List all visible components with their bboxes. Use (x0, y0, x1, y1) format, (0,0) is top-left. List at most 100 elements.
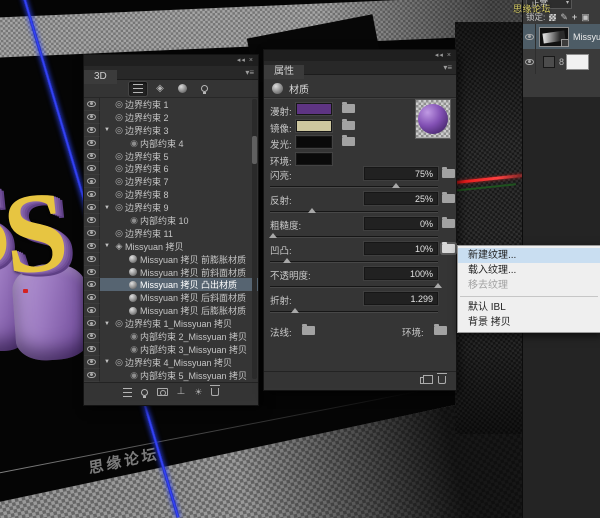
visibility-toggle[interactable] (84, 291, 100, 305)
tree-row[interactable]: ◉ 内部约束 2_Missyuan 拷贝 (84, 330, 258, 343)
tree-row[interactable]: ◎ 边界约束 2 (84, 110, 258, 124)
slider-thumb[interactable] (291, 308, 300, 313)
slider-track[interactable] (270, 183, 438, 188)
filter-lights-button[interactable] (195, 82, 213, 96)
caret-icon[interactable]: ▼ (104, 321, 113, 327)
tree-row-body[interactable]: ▼ ◎ 边界约束 3 (100, 124, 258, 137)
caret-icon[interactable]: ▼ (104, 127, 113, 133)
tree-row[interactable]: ◉ 内部约束 10 (84, 214, 258, 227)
tree-row[interactable]: Missyuan 拷贝 凸出材质 (84, 278, 258, 292)
caret-icon[interactable]: ▼ (104, 359, 113, 365)
visibility-toggle[interactable] (84, 188, 100, 202)
tree-row[interactable]: ◎ 边界约束 11 (84, 226, 258, 240)
visibility-toggle[interactable] (84, 252, 100, 266)
caret-icon[interactable]: ▼ (104, 243, 113, 249)
visibility-toggle[interactable] (84, 162, 100, 176)
tree-row[interactable]: ◉ 内部约束 4 (84, 136, 258, 150)
delete-icon[interactable] (210, 385, 221, 396)
scrollbar-thumb[interactable] (252, 136, 257, 164)
layer-mask-thumbnail[interactable] (566, 53, 590, 70)
slider-track[interactable] (270, 283, 442, 288)
caret-icon[interactable]: ▼ (104, 205, 113, 211)
visibility-toggle[interactable] (84, 110, 100, 124)
tree-row-body[interactable]: ◎ 边界约束 5 (100, 150, 258, 163)
slider-value-field[interactable]: 25% (364, 192, 438, 205)
collapse-panel-icon[interactable]: ◂◂ (237, 57, 246, 64)
visibility-toggle[interactable] (84, 330, 100, 343)
texture-folder-icon[interactable] (342, 102, 355, 113)
camera-icon[interactable] (156, 388, 168, 396)
texture-folder-icon[interactable] (442, 192, 455, 203)
visibility-toggle[interactable] (84, 98, 100, 111)
tree-row-body[interactable]: Missyuan 拷贝 前斜面材质 (100, 266, 258, 279)
slider-track[interactable] (270, 308, 438, 313)
delete-icon[interactable] (437, 373, 447, 384)
texture-folder-icon[interactable] (442, 242, 455, 253)
layer-row-selected[interactable]: Missyuan (523, 24, 600, 49)
filter-meshes-button[interactable]: ◈ (151, 82, 169, 96)
tree-row[interactable]: ◉ 内部约束 3_Missyuan 拷贝 (84, 342, 258, 356)
tree-row[interactable]: Missyuan 拷贝 后斜面材质 (84, 291, 258, 305)
tree-row[interactable]: ▼ ◎ 边界约束 4_Missyuan 拷贝 (84, 355, 258, 369)
tree-row-body[interactable]: ▼ ◎ 边界约束 1_Missyuan 拷贝 (100, 317, 258, 330)
tree-row[interactable]: ▼ ◎ 边界约束 9 (84, 201, 258, 215)
tree-row-body[interactable]: ▼ ◈ Missyuan 拷贝 (100, 240, 258, 253)
tree-row-body[interactable]: ◎ 边界约束 8 (100, 188, 258, 201)
slider-track[interactable] (269, 233, 438, 238)
color-swatch[interactable] (296, 119, 332, 132)
tree-row-body[interactable]: Missyuan 拷贝 凸出材质 (100, 278, 258, 292)
slider-value-field[interactable]: 1.299 (364, 292, 438, 305)
scene-icon[interactable] (122, 387, 132, 397)
close-panel-icon[interactable]: × (447, 52, 452, 59)
new-light-icon[interactable] (140, 388, 148, 398)
normal-texture-folder-icon[interactable] (302, 324, 315, 335)
slider-value-field[interactable]: 100% (364, 267, 438, 280)
tree-row-body[interactable]: Missyuan 拷贝 前膨胀材质 (100, 253, 258, 266)
menu-item[interactable]: 背景 拷贝 (458, 315, 600, 330)
lock-all-icon[interactable]: ▣ (581, 12, 590, 22)
texture-folder-icon[interactable] (442, 217, 455, 228)
filter-whole-scene-button[interactable] (129, 81, 147, 96)
filter-materials-button[interactable] (173, 82, 191, 96)
menu-item[interactable]: 载入纹理... (458, 263, 600, 278)
duplicate-icon[interactable] (420, 374, 433, 384)
lock-paint-icon[interactable]: ✎ (560, 12, 568, 22)
tree-row-body[interactable]: ◎ 边界约束 11 (100, 227, 258, 240)
visibility-toggle[interactable] (84, 304, 100, 318)
tree-row-body[interactable]: ◉ 内部约束 10 (100, 214, 258, 227)
visibility-toggle[interactable] (84, 201, 100, 215)
slider-value-field[interactable]: 75% (364, 167, 438, 180)
texture-folder-icon[interactable] (342, 118, 355, 130)
ground-plane-icon[interactable]: ⊥ (177, 387, 186, 397)
color-swatch[interactable] (296, 136, 332, 148)
tree-row[interactable]: ◎ 边界约束 6 (84, 162, 258, 176)
visibility-toggle[interactable] (84, 368, 100, 382)
visibility-toggle[interactable] (84, 149, 100, 163)
environment-light-icon[interactable]: ☀ (194, 387, 202, 397)
tree-row-body[interactable]: ◉ 内部约束 3_Missyuan 拷贝 (100, 343, 258, 356)
tree-row[interactable]: ◎ 边界约束 7 (84, 175, 258, 189)
color-swatch[interactable] (296, 152, 332, 165)
visibility-toggle[interactable] (84, 342, 100, 356)
menu-item[interactable]: 新建纹理... (458, 248, 600, 263)
slider-thumb[interactable] (434, 283, 442, 288)
slider-track[interactable] (270, 208, 438, 213)
tree-row-body[interactable]: Missyuan 拷贝 后膨胀材质 (100, 304, 258, 317)
lock-move-icon[interactable]: + (572, 12, 577, 22)
texture-folder-icon[interactable] (342, 135, 355, 146)
environment-texture-folder-icon[interactable] (434, 324, 447, 335)
tree-row[interactable]: ◎ 边界约束 8 (84, 188, 258, 202)
slider-thumb[interactable] (282, 258, 291, 263)
visibility-toggle[interactable] (84, 317, 100, 331)
visibility-toggle[interactable] (84, 136, 100, 150)
tab-3d[interactable]: 3D (84, 70, 117, 84)
visibility-toggle[interactable] (84, 175, 100, 189)
tree-row[interactable]: Missyuan 拷贝 前膨胀材质 (84, 252, 258, 266)
tree-row-body[interactable]: ◎ 边界约束 6 (100, 162, 258, 175)
collapse-panel-icon[interactable]: ◂◂ (435, 52, 444, 59)
layer-name[interactable]: Missyuan (573, 32, 600, 42)
tree-row-body[interactable]: ◉ 内部约束 2_Missyuan 拷贝 (100, 330, 258, 343)
slider-value-field[interactable]: 10% (364, 242, 438, 255)
visibility-toggle[interactable] (84, 123, 100, 137)
texture-folder-icon[interactable] (442, 167, 455, 178)
